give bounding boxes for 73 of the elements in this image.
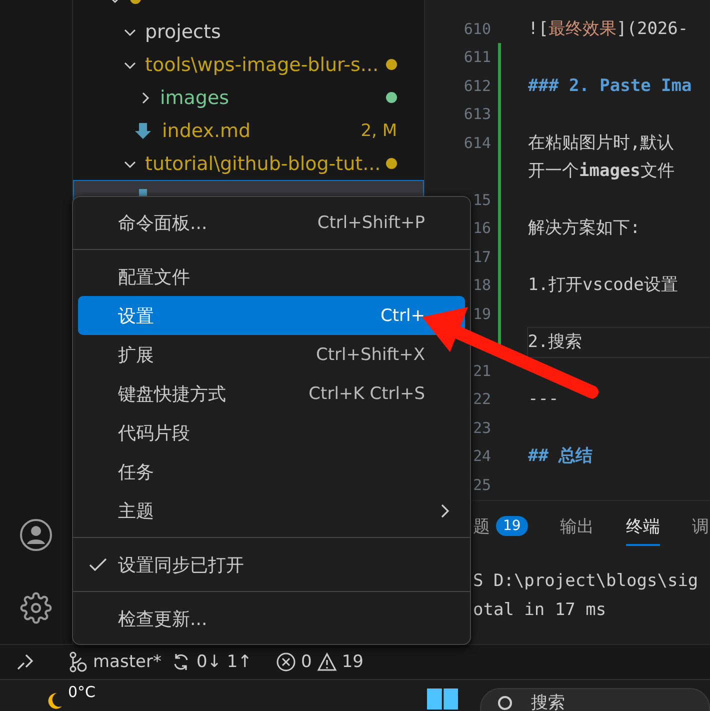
tree-row[interactable]: projects [73, 15, 424, 48]
code-line: 开一个images文件 [528, 160, 674, 183]
line-number: 610 [462, 18, 491, 40]
menu-item[interactable]: 代码片段 [78, 413, 465, 452]
settings-icon[interactable] [20, 592, 52, 624]
code-line: 2.搜索 [528, 328, 710, 356]
menu-item[interactable]: 键盘快捷方式 Ctrl+K Ctrl+S [78, 374, 465, 413]
menu-item[interactable]: 设置同步已打开 [78, 545, 465, 584]
menu-item[interactable]: 命令面板... Ctrl+Shift+P [78, 203, 465, 242]
folder-name: tools\wps-image-blur-s... [145, 54, 380, 76]
code-line: 在粘贴图片时,默认 [528, 132, 674, 154]
line-number: 613 [462, 104, 491, 125]
keyboard-shortcut: Ctrl+Shift+X [316, 344, 425, 364]
line-number: 18 [472, 275, 491, 296]
code-line: ![最终效果](2026- [528, 18, 688, 40]
tree-row[interactable]: index.md 2, M [73, 114, 424, 147]
search-field[interactable]: 搜索 [480, 688, 710, 711]
panel-tab[interactable]: 题 19 [473, 508, 528, 546]
problems-status[interactable]: 0 19 [276, 652, 364, 672]
account-icon[interactable] [19, 518, 53, 552]
windows-logo-icon[interactable] [426, 687, 458, 711]
panel-tab[interactable]: 输出 [560, 508, 594, 546]
moon-icon [48, 692, 62, 710]
code-line: ### 2. Paste Ima [528, 74, 692, 98]
file-name: index.md [162, 120, 252, 142]
folder-name: images [160, 86, 230, 108]
line-number: 17 [472, 246, 491, 268]
line-number: 19 [472, 304, 491, 324]
line-number: 25 [472, 474, 491, 496]
menu-item[interactable]: 设置 Ctrl+ [78, 296, 465, 335]
weather-temperature: 0°C [68, 683, 96, 701]
code-line: 解决方案如下: [528, 217, 640, 240]
line-number: 612 [462, 76, 491, 96]
branch-icon [68, 651, 88, 674]
keyboard-shortcut: Ctrl+ [380, 306, 425, 326]
folder-name: tutorial\github-blog-tut... [145, 152, 382, 174]
sync-status[interactable]: 0↓ 1↑ [171, 652, 252, 672]
tree-row[interactable]: tools\wps-image-blur-s... [73, 48, 424, 81]
error-count: 0 [300, 652, 312, 672]
keyboard-shortcut: Ctrl+K Ctrl+S [308, 384, 425, 404]
sync-counts: 0↓ 1↑ [196, 652, 252, 672]
menu-item[interactable]: 配置文件 [78, 257, 465, 296]
tree-row[interactable]: tutorial\github-blog-tut... [73, 147, 424, 180]
count-badge: 19 [496, 516, 528, 536]
git-status: 2, M [360, 120, 397, 140]
arrow-down-icon [134, 122, 152, 140]
error-icon [276, 652, 296, 672]
line-number: 24 [472, 446, 491, 467]
code-line: ## 总结 [528, 445, 593, 468]
line-number: 21 [472, 360, 491, 382]
panel-tab[interactable]: 终端 [626, 508, 660, 546]
line-number: 22 [472, 389, 491, 410]
code-line: --- [528, 388, 559, 411]
menu-item[interactable]: 扩展 Ctrl+Shift+X [78, 335, 465, 374]
line-number: 23 [472, 418, 491, 438]
menu-item[interactable]: 主题 [78, 491, 465, 530]
line-number: 16 [472, 218, 491, 239]
line-number: 611 [462, 47, 491, 68]
panel-tab[interactable]: 调 [692, 508, 709, 546]
warning-count: 19 [342, 652, 364, 672]
terminal-line: S D:\project\blogs\sig [473, 570, 700, 593]
tree-row[interactable]: images [73, 81, 424, 114]
keyboard-shortcut: Ctrl+Shift+P [317, 212, 425, 232]
line-number: 614 [462, 132, 491, 154]
menu-item[interactable]: 任务 [78, 452, 465, 491]
branch-status[interactable]: master* [68, 651, 162, 674]
code-line: 1.打开vscode设置 [528, 274, 678, 297]
folder-name: projects [145, 20, 222, 42]
branch-name: master* [93, 652, 162, 672]
warning-icon [316, 652, 337, 672]
menu-item[interactable]: 检查更新... [78, 599, 465, 638]
terminal-line: otal in 17 ms [473, 599, 608, 622]
line-number: 15 [472, 190, 491, 210]
